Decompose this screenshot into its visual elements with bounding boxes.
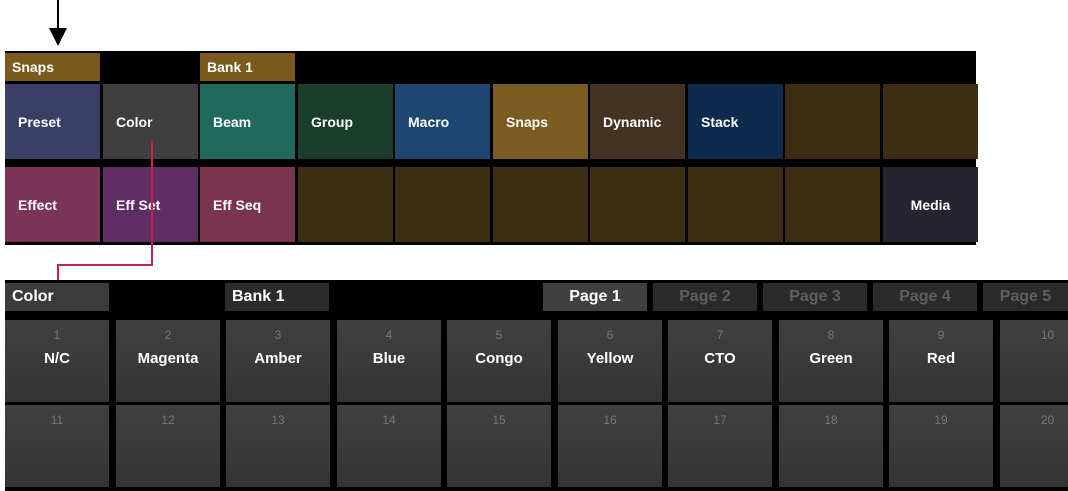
palette-number: 6	[606, 328, 614, 342]
tab-page-1[interactable]: Page 1	[543, 283, 647, 311]
palette-number: 10	[1040, 328, 1055, 342]
palette-button-10[interactable]: 10	[1000, 320, 1068, 402]
palette-button-12[interactable]: 12	[116, 405, 220, 487]
palette-number: 3	[274, 328, 282, 342]
top-button-media[interactable]: Media	[883, 167, 978, 242]
top-button-empty-9[interactable]	[785, 167, 880, 242]
palette-button-19[interactable]: 19	[889, 405, 993, 487]
tab-page-4[interactable]: Page 4	[873, 283, 977, 311]
palette-button-9[interactable]: 9 Red	[889, 320, 993, 402]
tab-color[interactable]: Color	[5, 283, 109, 311]
palette-number: 8	[827, 328, 835, 342]
connector-line-horizontal	[57, 264, 153, 266]
palette-number: 7	[716, 328, 724, 342]
palette-label: Congo	[475, 350, 523, 367]
palette-number: 5	[495, 328, 503, 342]
top-button-empty-5[interactable]	[395, 167, 490, 242]
top-button-empty-6[interactable]	[493, 167, 588, 242]
top-button-empty-8[interactable]	[688, 167, 783, 242]
palette-label: Amber	[254, 350, 302, 367]
palette-number: 11	[50, 413, 64, 427]
palette-button-18[interactable]: 18	[779, 405, 883, 487]
palette-button-7[interactable]: 7 CTO	[668, 320, 772, 402]
palette-number: 19	[934, 413, 948, 427]
top-button-beam[interactable]: Beam	[200, 84, 295, 159]
palette-number: 14	[382, 413, 396, 427]
top-button-group[interactable]: Group	[298, 84, 393, 159]
top-button-empty-4[interactable]	[298, 167, 393, 242]
tab-page-2[interactable]: Page 2	[653, 283, 757, 311]
palette-number: 2	[164, 328, 172, 342]
palette-label: CTO	[704, 350, 736, 367]
palette-button-16[interactable]: 16	[558, 405, 662, 487]
top-button-empty-10[interactable]	[883, 84, 978, 159]
palette-button-13[interactable]: 13	[226, 405, 330, 487]
palette-number: 18	[824, 413, 838, 427]
palette-number: 13	[271, 413, 285, 427]
palette-label: Red	[926, 350, 956, 367]
top-button-eff-seq[interactable]: Eff Seq	[200, 167, 295, 242]
palette-label: Green	[809, 350, 853, 367]
palette-number: 20	[1040, 413, 1055, 427]
palette-button-17[interactable]: 17	[668, 405, 772, 487]
palette-label: Yellow	[586, 350, 634, 367]
palette-button-8[interactable]: 8 Green	[779, 320, 883, 402]
palette-button-4[interactable]: 4 Blue	[337, 320, 441, 402]
palette-label: Magenta	[137, 350, 199, 367]
connector-line-vertical	[151, 141, 153, 266]
top-button-empty-7[interactable]	[590, 167, 685, 242]
color-palette-panel: Color Bank 1 Page 1 Page 2 Page 3 Page 4 Pag…	[5, 280, 1068, 491]
palette-number: 9	[937, 328, 945, 342]
top-button-preset[interactable]: Preset	[5, 84, 100, 159]
top-button-stack[interactable]: Stack	[688, 84, 783, 159]
palette-label: Blue	[372, 350, 406, 367]
top-button-dynamic[interactable]: Dynamic	[590, 84, 685, 159]
palette-number: 12	[161, 413, 175, 427]
palette-button-2[interactable]: 2 Magenta	[116, 320, 220, 402]
palette-label: N/C	[44, 350, 70, 367]
top-button-effect[interactable]: Effect	[5, 167, 100, 242]
palette-button-15[interactable]: 15	[447, 405, 551, 487]
tab-snaps[interactable]: Snaps	[5, 53, 100, 81]
palette-number: 4	[385, 328, 393, 342]
top-button-macro[interactable]: Macro	[395, 84, 490, 159]
tab-bank[interactable]: Bank 1	[225, 283, 329, 311]
tab-page-3[interactable]: Page 3	[763, 283, 867, 311]
palette-button-3[interactable]: 3 Amber	[226, 320, 330, 402]
palette-number: 15	[492, 413, 506, 427]
palette-button-1[interactable]: 1 N/C	[5, 320, 109, 402]
top-button-empty-9[interactable]	[785, 84, 880, 159]
pointer-arrow-icon	[49, 28, 67, 46]
palette-button-20[interactable]: 20	[1000, 405, 1068, 487]
tab-page-5[interactable]: Page 5	[983, 283, 1068, 311]
top-button-snaps[interactable]: Snaps	[493, 84, 588, 159]
palette-number: 16	[603, 413, 617, 427]
palette-button-5[interactable]: 5 Congo	[447, 320, 551, 402]
palette-button-6[interactable]: 6 Yellow	[558, 320, 662, 402]
tab-bank[interactable]: Bank 1	[200, 53, 295, 81]
palette-number: 1	[53, 328, 61, 342]
palette-button-14[interactable]: 14	[337, 405, 441, 487]
pointer-arrow-line	[57, 0, 59, 30]
palette-number: 17	[713, 413, 727, 427]
palette-button-11[interactable]: 11	[5, 405, 109, 487]
